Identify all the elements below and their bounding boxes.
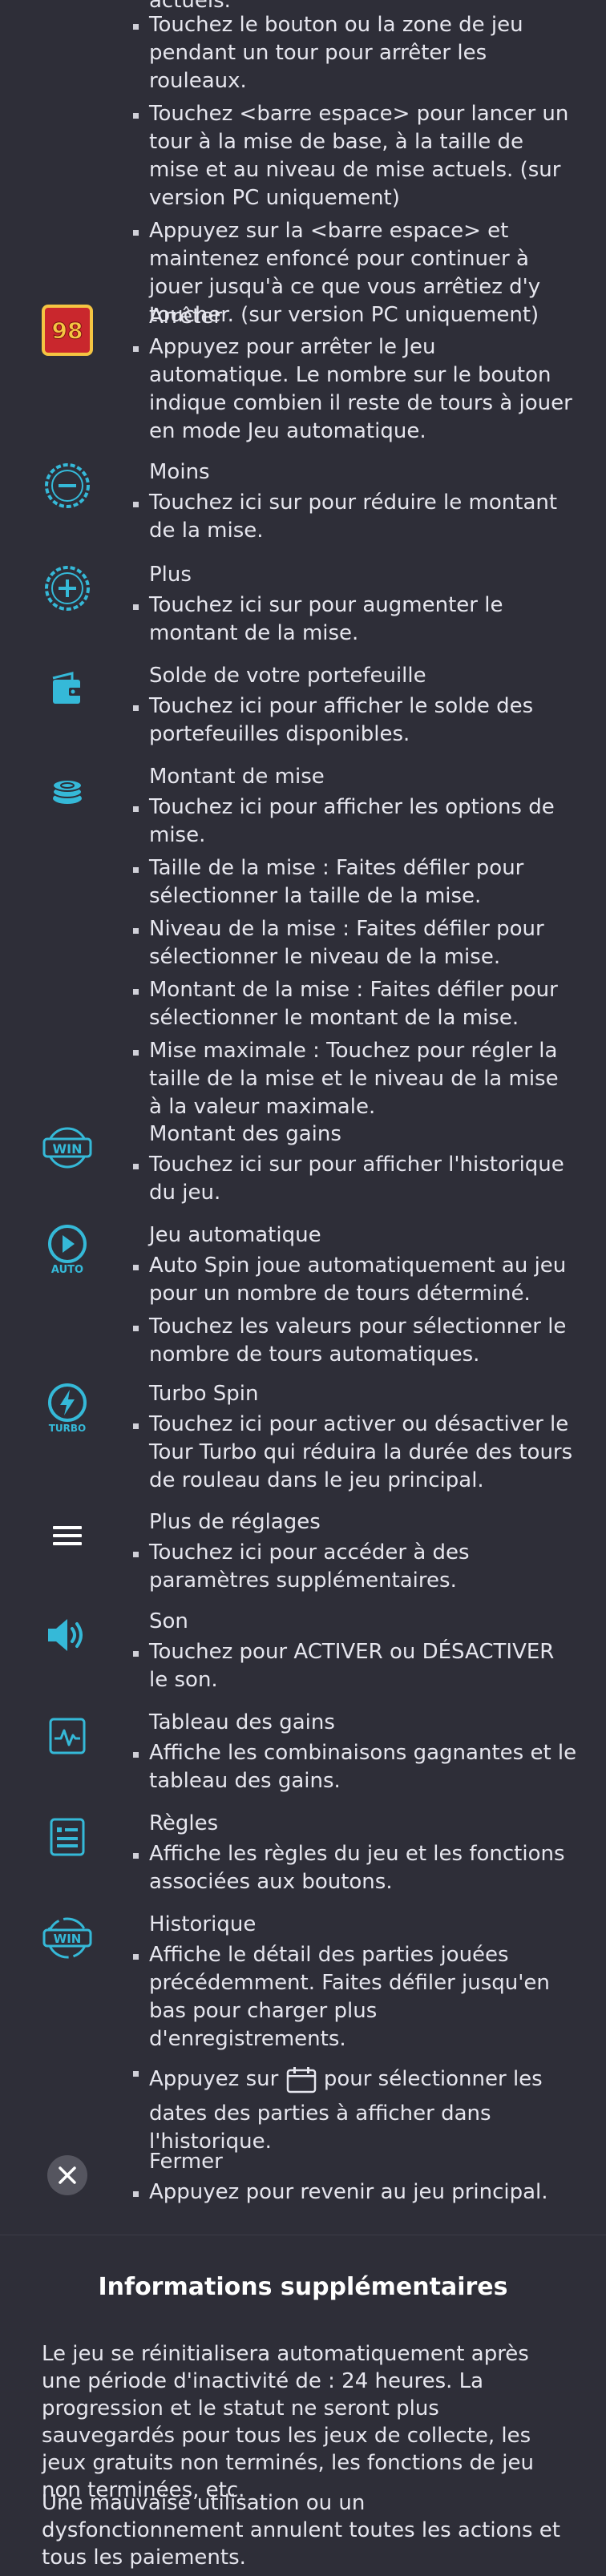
section-title-paytable: Tableau des gains [149,1710,335,1734]
paytable-icon [40,1709,95,1763]
calendar-icon [286,2066,316,2093]
section-title-plus: Plus [149,563,192,587]
list-item: Touchez pour ACTIVER ou DÉSACTIVER le so… [128,1638,577,1694]
svg-text:WIN: WIN [53,1141,83,1157]
calendar-text-before: Appuyez sur [149,2067,279,2091]
rules-icon [40,1810,95,1864]
section-list-close: Appuyez pour revenir au jeu principal. [128,2178,577,2211]
plus-icon [40,561,95,616]
section-list-turbo: Touchez ici pour activer ou désactiver l… [128,1411,577,1500]
list-item: Affiche les règles du jeu et les fonctio… [128,1840,577,1896]
intro-list: Touchez le bouton ou la zone de jeu pend… [128,11,577,334]
list-item: Appuyez pour arrêter le Jeu automatique.… [128,333,577,446]
section-title-rules: Règles [149,1811,219,1835]
list-item: Niveau de la mise : Faites défiler pour … [128,915,577,971]
list-item: Touchez ici sur pour augmenter le montan… [128,592,577,648]
win-icon: WIN [40,1120,95,1175]
list-item-calendar: Appuyez sur pour sélectionner les dates … [128,2058,577,2162]
section-title-minus: Moins [149,460,210,484]
section-title-history: Historique [149,1912,257,1936]
section-list-wallet: Touchez ici pour afficher le solde des p… [128,692,577,753]
svg-text:98: 98 [52,317,83,344]
info-paragraph-1: Le jeu se réinitialisera automatiquement… [42,2342,534,2502]
section-list-history: Affiche le détail des parties jouées pré… [128,1941,577,2167]
section-title-bet: Montant de mise [149,765,325,789]
section-title-stop: Arrêter [149,305,223,329]
list-item: Touchez ici pour afficher les options de… [128,793,577,850]
section-title-sound: Son [149,1609,188,1633]
section-list-plus: Touchez ici sur pour augmenter le montan… [128,592,577,652]
minus-icon [40,458,95,513]
list-item: Touchez le bouton ou la zone de jeu pend… [128,11,577,95]
section-list-rules: Affiche les règles du jeu et les fonctio… [128,1840,577,1901]
section-list-win: Touchez ici sur pour afficher l'historiq… [128,1151,577,1212]
list-item: Mise maximale : Touchez pour régler la t… [128,1037,577,1121]
section-list-minus: Touchez ici sur pour réduire le montant … [128,489,577,550]
list-item: Montant de la mise : Faites défiler pour… [128,976,577,1032]
list-item: Touchez ici pour accéder à des paramètre… [128,1539,577,1595]
section-list-paytable: Affiche les combinaisons gagnantes et le… [128,1739,577,1800]
section-list-sound: Touchez pour ACTIVER ou DÉSACTIVER le so… [128,1638,577,1699]
list-item: Taille de la mise : Faites défiler pour … [128,854,577,910]
turbo-icon: TURBO [40,1380,95,1435]
speaker-icon [40,1608,95,1662]
svg-text:WIN: WIN [54,1932,82,1946]
calendar-text-after: pour sélectionner les [323,2067,543,2091]
autoplay-counter-icon: 98 [40,303,95,357]
history-icon: WIN [40,1911,95,1965]
menu-icon [40,1508,95,1563]
coins-icon [40,763,95,818]
svg-text:AUTO: AUTO [51,1264,83,1276]
section-list-stop: Appuyez pour arrêter le Jeu automatique.… [128,333,577,450]
list-item: Touchez ici sur pour afficher l'historiq… [128,1151,577,1207]
section-title-wallet: Solde de votre portefeuille [149,664,426,688]
list-item: Touchez <barre espace> pour lancer un to… [128,100,577,212]
list-item: Appuyez pour revenir au jeu principal. [128,2178,577,2207]
list-item: Touchez ici pour activer ou désactiver l… [128,1411,577,1495]
list-item: Touchez ici sur pour réduire le montant … [128,489,577,545]
list-item: Touchez les valeurs pour sélectionner le… [128,1313,577,1369]
section-title-settings: Plus de réglages [149,1510,321,1534]
svg-text:TURBO: TURBO [49,1423,87,1434]
section-title-close: Fermer [149,2150,223,2174]
wallet-icon [40,662,95,717]
info-paragraph-2: Une mauvaise utilisation ou un dysfoncti… [42,2491,560,2570]
list-item: Affiche le détail des parties jouées pré… [128,1941,577,2053]
autoplay-icon: AUTO [40,1221,95,1276]
info-title: Informations supplémentaires [98,2273,508,2301]
close-icon [40,2148,95,2203]
section-title-turbo: Turbo Spin [149,1382,259,1406]
list-item: Touchez ici pour afficher le solde des p… [128,692,577,749]
game-help-page: actuels. Touchez le bouton ou la zone de… [0,0,606,2576]
section-list-settings: Touchez ici pour accéder à des paramètre… [128,1539,577,1600]
section-list-auto: Auto Spin joue automatiquement au jeu po… [128,1252,577,1374]
section-title-win: Montant des gains [149,1122,341,1146]
section-list-bet: Touchez ici pour afficher les options de… [128,793,577,1126]
list-item: Affiche les combinaisons gagnantes et le… [128,1739,577,1795]
section-title-auto: Jeu automatique [149,1223,321,1247]
list-item: Auto Spin joue automatiquement au jeu po… [128,1252,577,1308]
